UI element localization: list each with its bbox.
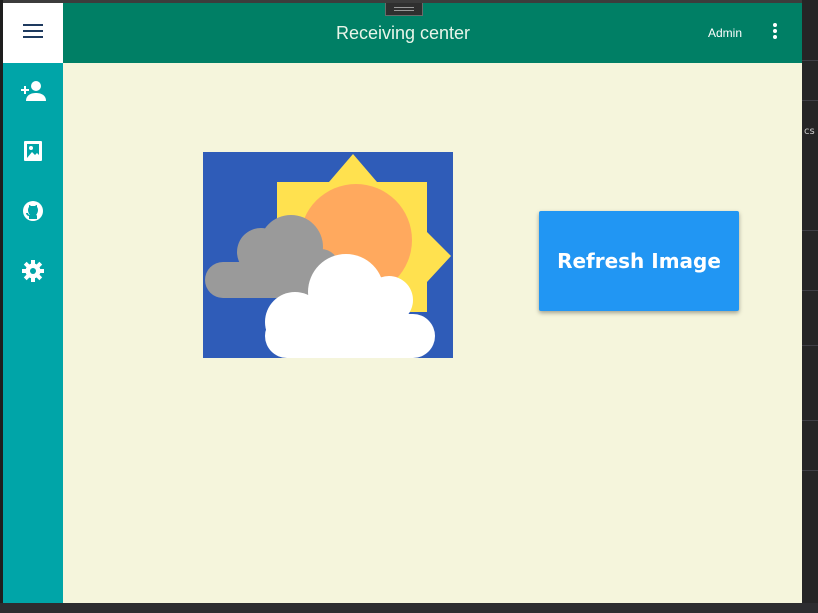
hamburger-menu-icon <box>22 23 44 43</box>
background-text: cs <box>804 126 815 137</box>
user-name-label[interactable]: Admin <box>708 3 742 63</box>
app-window: Receiving center Admin Refresh Image <box>3 3 802 603</box>
gear-icon <box>22 260 44 286</box>
more-options-button[interactable] <box>763 21 787 45</box>
add-person-icon <box>20 80 46 106</box>
app-topbar: Receiving center Admin <box>3 3 802 63</box>
background-ide-right: cs <box>802 0 818 613</box>
image-icon <box>23 140 43 166</box>
sidebar-item-images[interactable] <box>3 123 63 183</box>
github-icon <box>22 200 44 226</box>
hamburger-menu-button[interactable] <box>3 3 63 63</box>
refresh-image-button[interactable]: Refresh Image <box>539 211 739 311</box>
sidebar-item-github[interactable] <box>3 183 63 243</box>
window-drag-handle[interactable] <box>385 3 423 16</box>
sidebar <box>3 63 63 603</box>
background-ide-bottom <box>0 603 818 613</box>
sidebar-item-add-user[interactable] <box>3 63 63 123</box>
partly-cloudy-weather-image <box>203 154 453 358</box>
more-vert-icon <box>772 22 778 44</box>
sidebar-item-settings[interactable] <box>3 243 63 303</box>
weather-image <box>203 152 453 358</box>
